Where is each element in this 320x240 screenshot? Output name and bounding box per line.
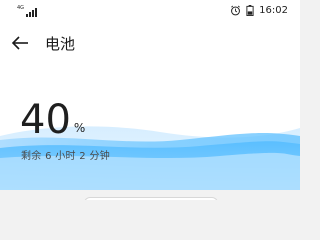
network-type-label: 4G — [17, 5, 25, 11]
alarm-icon — [231, 5, 241, 15]
signal-bar — [35, 8, 38, 17]
battery-icon — [246, 4, 254, 16]
battery-percentage: 40 % — [20, 100, 85, 140]
status-bar: 4G 16:02 — [0, 0, 300, 20]
clock-time: 16:02 — [259, 4, 288, 16]
percent-sign: % — [73, 121, 86, 135]
bottom-card[interactable] — [84, 197, 218, 200]
title-bar: 电池 — [0, 20, 300, 66]
arrow-left-icon — [11, 36, 28, 50]
signal-bar — [32, 10, 35, 17]
signal-indicator: 4G — [17, 5, 38, 17]
battery-level-card: 40 % 剩余 6 小时 2 分钟 — [0, 66, 300, 190]
battery-settings-screen: 4G 16:02 电池 40 % 剩余 6 小时 2 分钟 — [0, 0, 300, 200]
signal-bar — [29, 12, 32, 17]
signal-icon — [26, 14, 29, 17]
page-title: 电池 — [45, 35, 76, 53]
remaining-time-text: 剩余 6 小时 2 分钟 — [21, 151, 111, 162]
battery-percent-value: 40 — [20, 97, 71, 143]
back-button[interactable] — [8, 33, 32, 53]
status-right: 16:02 — [230, 4, 288, 16]
